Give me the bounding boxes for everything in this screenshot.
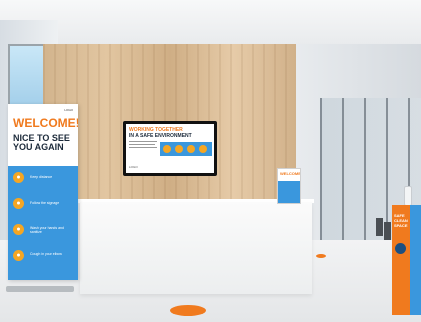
office-lobby-scene: WORKING TOGETHER IN A SAFE ENVIRONMENT L…: [0, 0, 421, 322]
cough-icon: [199, 145, 207, 153]
banner-item: Follow the signage: [30, 201, 60, 205]
tv-screen: WORKING TOGETHER IN A SAFE ENVIRONMENT L…: [126, 124, 214, 173]
sign-blue-panel: [278, 181, 300, 203]
right-banner: SAFE CLEAN SPACE: [392, 205, 421, 315]
right-banner-text: SAFE CLEAN SPACE: [394, 213, 408, 228]
tv-footer: LOGO: [129, 165, 138, 169]
banner-subtitle: NICE TO SEE YOU AGAIN: [13, 133, 70, 152]
banner-item: Keep distance: [30, 175, 53, 179]
people-distance-icon: ●: [13, 172, 24, 183]
people-distance-icon: [163, 145, 171, 153]
sign-title: WELCOME: [280, 171, 301, 176]
footprints-icon: [175, 145, 183, 153]
tv-text-line: [129, 144, 155, 145]
banner-title: WELCOME!: [13, 116, 78, 130]
tv-text-line: [129, 141, 157, 142]
floor-footprint-marker: [170, 305, 206, 316]
cough-icon: ●: [13, 250, 24, 261]
banner-stand: [6, 286, 74, 292]
footprints-icon: ●: [13, 198, 24, 209]
reception-desk: [80, 202, 312, 294]
hands-wash-icon: [187, 145, 195, 153]
ceiling: [0, 0, 421, 44]
banner-item: Cough in your elbow: [30, 252, 62, 256]
sanitizer-bottle: [404, 186, 412, 206]
floor-footprint-marker: [316, 254, 326, 258]
banner-blue-panel: ● Keep distance ● Follow the signage ● W…: [8, 166, 78, 280]
smile-icon: [395, 243, 406, 254]
hands-wash-icon: ●: [13, 224, 24, 235]
office-chair: [384, 222, 391, 240]
desk-sign: WELCOME: [277, 168, 301, 204]
welcome-banner: LOGO WELCOME! NICE TO SEE YOU AGAIN ● Ke…: [8, 104, 78, 280]
tv-text-line: [129, 147, 157, 148]
right-banner-blue-stripe: [410, 205, 421, 315]
tv-title-line2: IN A SAFE ENVIRONMENT: [129, 133, 192, 139]
office-chair: [376, 218, 383, 236]
banner-item: Wash your hands and sanitize: [30, 226, 64, 234]
banner-logo: LOGO: [64, 108, 73, 112]
